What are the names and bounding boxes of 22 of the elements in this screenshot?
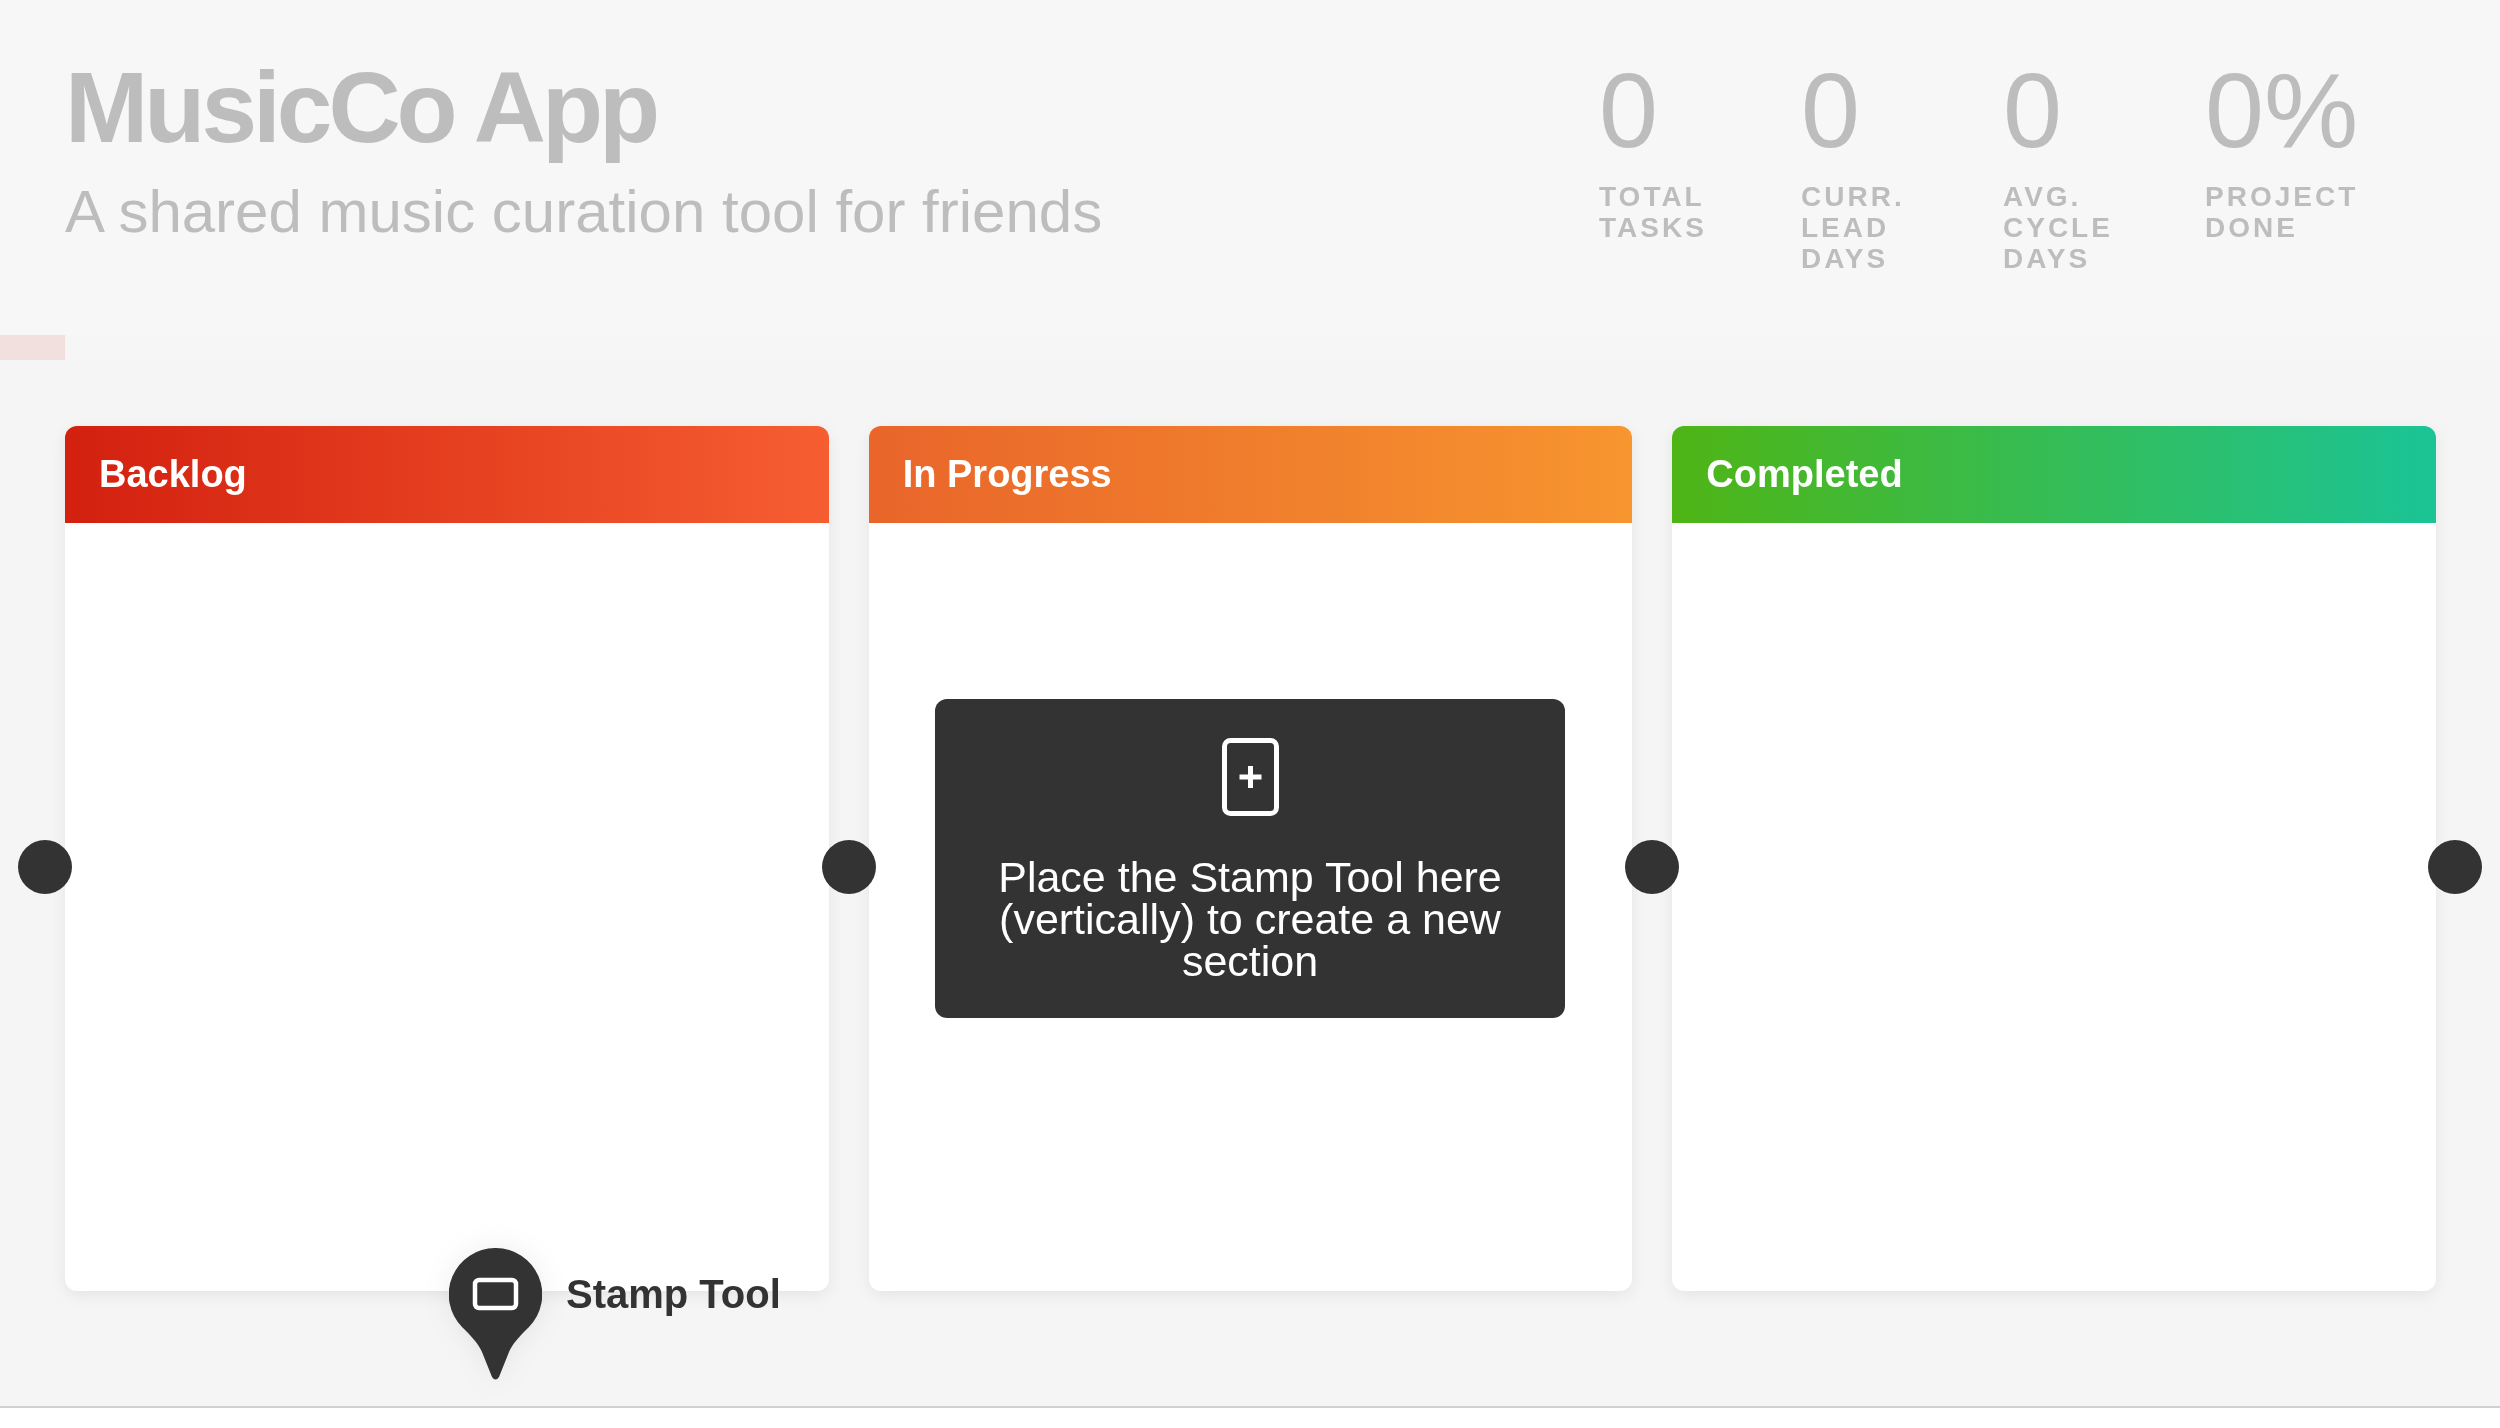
accent-bar <box>0 335 65 360</box>
stat-label: PROJECT DONE <box>2205 181 2360 243</box>
stat-value: 0 <box>2003 57 2063 163</box>
tooltip-text: Place the Stamp Tool here (vertically) to create a new section <box>997 856 1503 982</box>
stat-value: 0 <box>1801 57 1861 163</box>
drop-point-handle[interactable] <box>821 840 876 894</box>
stat-value: 0% <box>2205 57 2360 163</box>
column-header: Completed <box>1672 426 2436 523</box>
drop-point-handle[interactable] <box>2428 840 2482 894</box>
pin-marker-icon[interactable] <box>449 1248 542 1381</box>
column-header: In Progress <box>868 426 1633 523</box>
drop-point-handle[interactable] <box>18 840 72 894</box>
stat-value: 0 <box>1599 57 1659 163</box>
app-title: MusicCo App <box>65 50 658 165</box>
drop-point-handle[interactable] <box>1625 840 1680 894</box>
stat-label: CURR. LEAD DAYS <box>1801 181 1906 274</box>
stat-label: AVG. CYCLE DAYS <box>2003 181 2114 274</box>
plus-card-icon <box>1221 738 1279 816</box>
app-subtitle: A shared music curation tool for friends <box>65 179 1103 245</box>
tool-label: Stamp Tool <box>566 1271 781 1318</box>
stat-label: TOTAL TASKS <box>1599 181 1708 243</box>
column-header: Backlog <box>65 426 829 523</box>
